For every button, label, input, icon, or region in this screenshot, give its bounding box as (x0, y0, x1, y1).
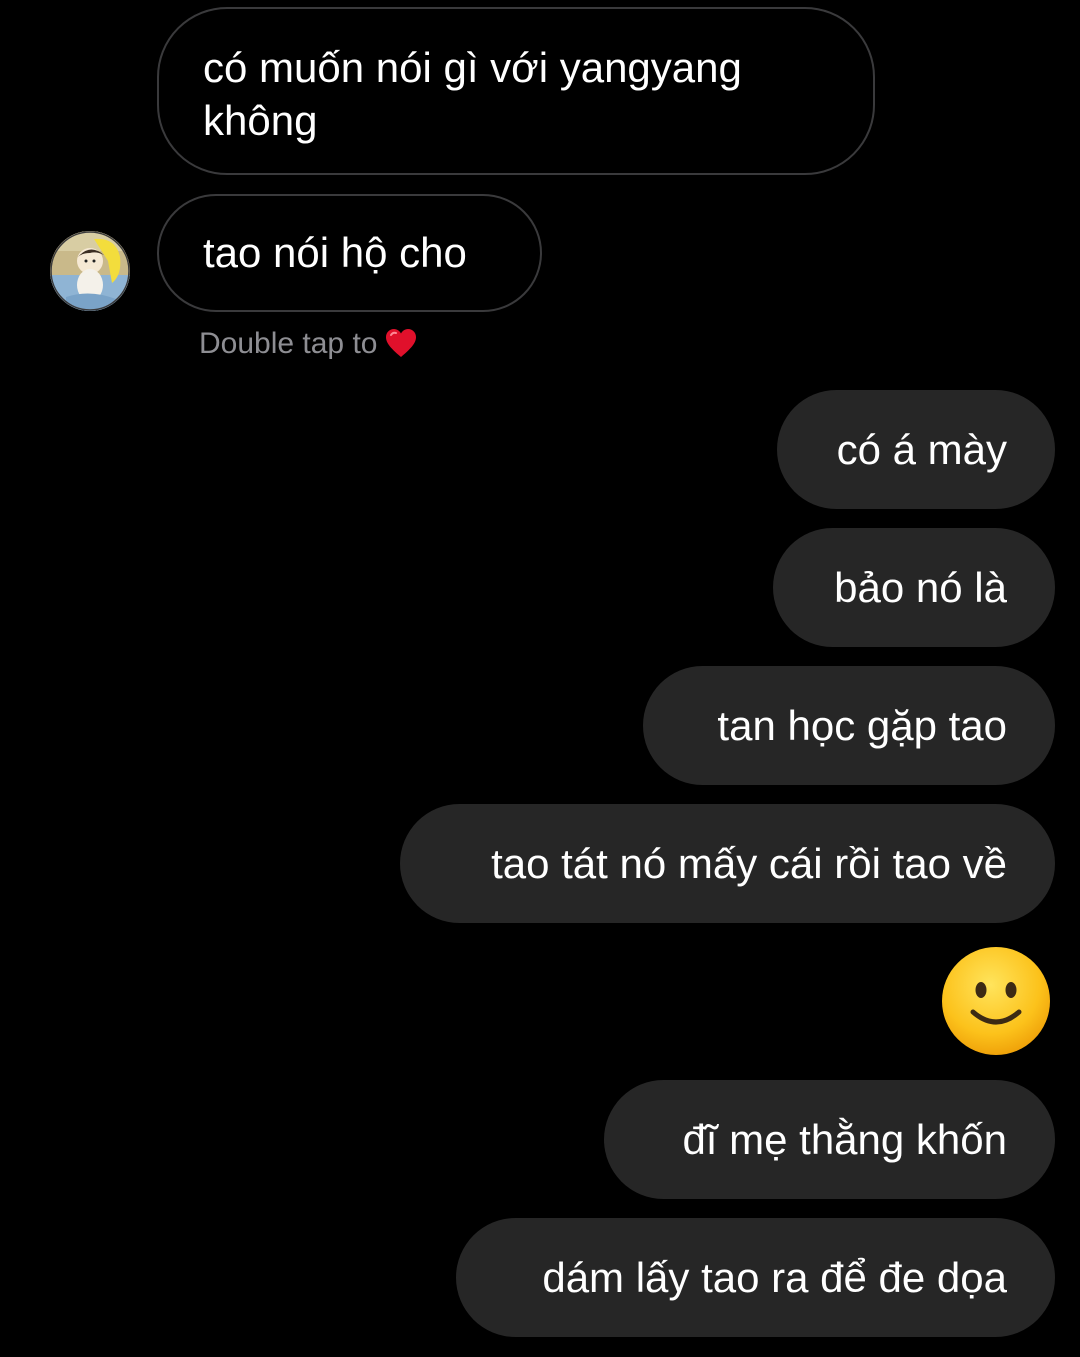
outgoing-message-bubble[interactable]: bảo nó là (773, 528, 1055, 647)
hint-text: Double tap to (199, 327, 378, 360)
message-text: bảo nó là (834, 564, 1007, 611)
incoming-message-bubble[interactable]: tao nói hộ cho (157, 194, 542, 312)
message-text: tao nói hộ cho (203, 229, 467, 276)
message-text: đĩ mẹ thằng khốn (682, 1116, 1007, 1163)
slightly-smiling-face-icon[interactable] (941, 946, 1051, 1056)
outgoing-message-bubble[interactable]: có á mày (777, 390, 1055, 509)
outgoing-message-bubble[interactable]: tan học gặp tao (643, 666, 1055, 785)
outgoing-message-bubble[interactable]: tao tát nó mấy cái rồi tao về (400, 804, 1055, 923)
message-text: tan học gặp tao (717, 702, 1007, 749)
message-text: dám lấy tao ra để đe dọa (542, 1254, 1007, 1301)
outgoing-message-bubble[interactable]: đĩ mẹ thằng khốn (604, 1080, 1055, 1199)
incoming-message-bubble[interactable]: có muốn nói gì với yangyang không (157, 7, 875, 175)
heart-icon (386, 329, 417, 357)
outgoing-message-bubble[interactable]: dám lấy tao ra để đe dọa (456, 1218, 1055, 1337)
message-text: có á mày (836, 426, 1007, 473)
message-text: tao tát nó mấy cái rồi tao về (491, 840, 1007, 887)
message-text: có muốn nói gì với yangyang không (203, 44, 742, 144)
double-tap-hint: Double tap to (199, 324, 417, 364)
sender-avatar[interactable] (50, 231, 130, 311)
